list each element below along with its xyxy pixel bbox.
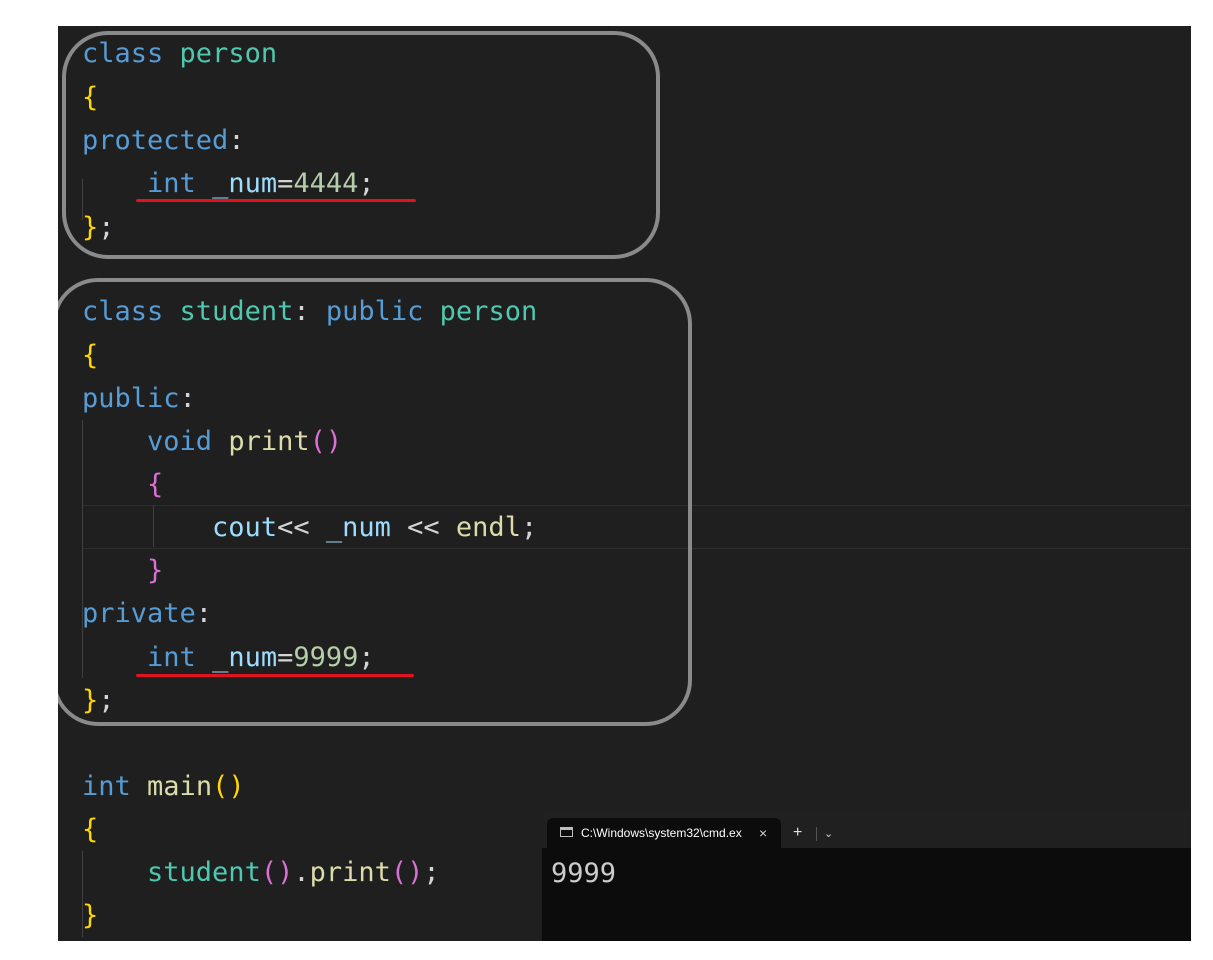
code-line: student().print(); [82,851,440,894]
annotation-underline-person-num [136,199,416,202]
parentheses: () [390,857,424,888]
code-line: } [82,894,98,937]
code-line: { [82,808,98,851]
annotation-box-person-class [62,31,660,259]
tab-separator [816,827,817,841]
function-name: print [309,857,391,888]
console-icon [560,827,573,837]
new-tab-button[interactable]: + [793,818,802,848]
close-brace: } [82,900,99,931]
terminal-tab-bar: C:\Windows\system32\cmd.ex × + ⌄ [542,810,1191,848]
function-name: main [147,771,213,802]
class-name: student [147,857,261,888]
terminal-window[interactable]: C:\Windows\system32\cmd.ex × + ⌄ 9999 [542,810,1191,941]
dot-operator: . [293,857,310,888]
annotation-underline-student-num [136,674,414,677]
terminal-output: 9999 [551,858,617,889]
parentheses: () [260,857,294,888]
close-icon[interactable]: × [759,818,767,848]
open-brace: { [82,814,99,845]
code-line: int main() [82,765,245,808]
annotation-box-student-class [58,278,692,726]
tab-title: C:\Windows\system32\cmd.ex [581,826,742,840]
parentheses: () [212,771,245,802]
type-keyword: int [82,771,131,802]
code-editor[interactable]: class person { protected: int _num=4444;… [58,26,1191,941]
semicolon: ; [423,857,440,888]
terminal-tab[interactable]: C:\Windows\system32\cmd.ex × [547,818,781,848]
chevron-down-icon[interactable]: ⌄ [824,819,833,849]
